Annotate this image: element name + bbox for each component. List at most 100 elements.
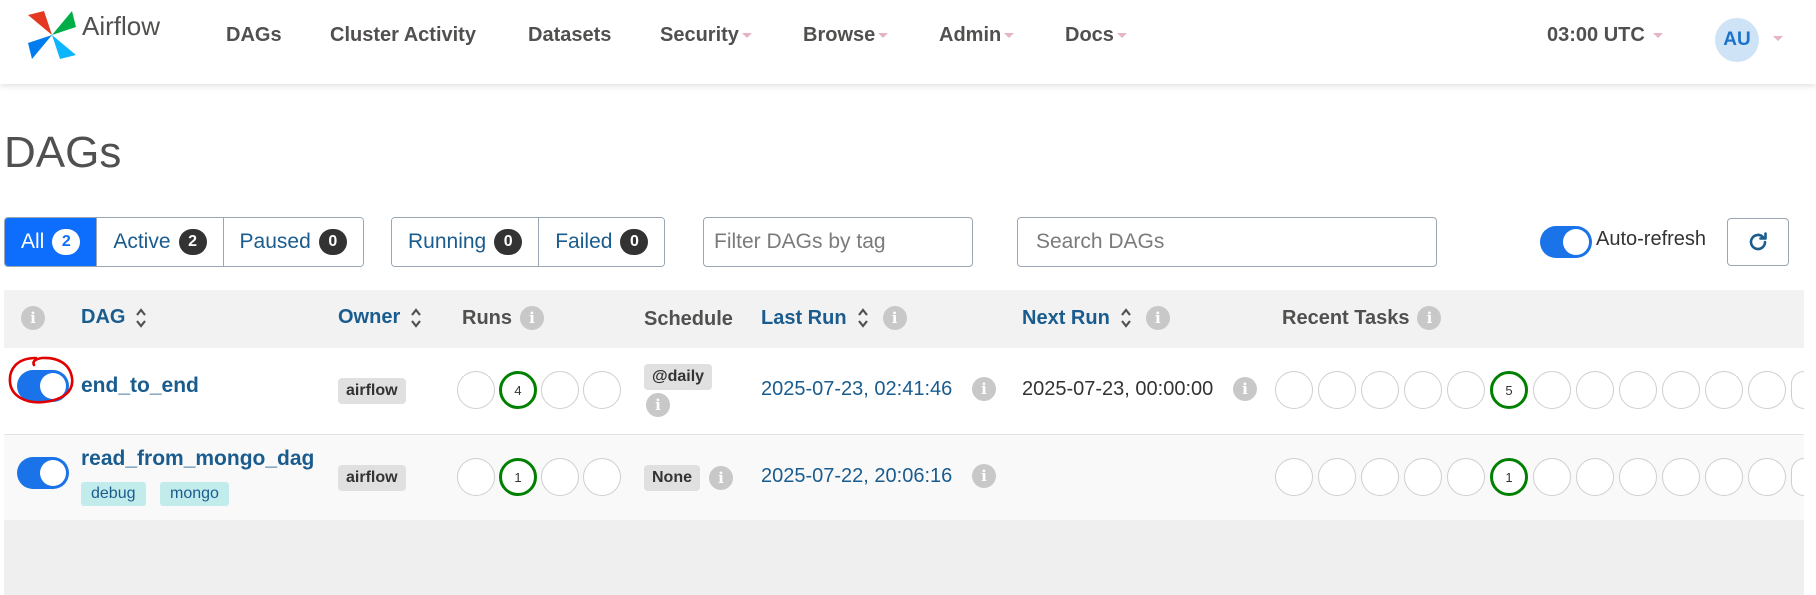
sort-icon — [857, 307, 869, 329]
task-state-circle[interactable] — [1318, 458, 1356, 496]
brand-logo[interactable]: Airflow — [24, 6, 160, 64]
task-state-circle[interactable] — [1533, 371, 1571, 409]
task-state-circle[interactable] — [1576, 371, 1614, 409]
task-state-circle[interactable] — [1662, 371, 1700, 409]
task-state-circle[interactable] — [1361, 371, 1399, 409]
info-icon[interactable]: i — [1417, 306, 1442, 330]
nav-docs[interactable]: Docs — [1065, 24, 1127, 47]
task-state-circle[interactable] — [1447, 371, 1485, 409]
run-state-circle[interactable] — [583, 458, 621, 496]
schedule-chip[interactable]: None — [644, 465, 700, 491]
column-owner-label: Owner — [338, 306, 401, 328]
nav-dags[interactable]: DAGs — [226, 24, 282, 47]
dag-link[interactable]: read_from_mongo_dag — [81, 447, 314, 471]
column-runs-label: Runs — [462, 306, 512, 329]
filter-all-button[interactable]: All 2 — [5, 218, 98, 266]
info-icon[interactable]: i — [709, 466, 733, 490]
next-run-value: 2025-07-23, 00:00:00 — [1022, 378, 1214, 400]
task-state-circle[interactable] — [1318, 371, 1356, 409]
nav-security[interactable]: Security — [660, 24, 752, 47]
clock-label: 03:00 UTC — [1547, 24, 1645, 46]
owner-chip[interactable]: airflow — [338, 378, 406, 404]
auto-refresh-label: Auto-refresh — [1596, 228, 1707, 250]
task-state-circle[interactable]: 1 — [1490, 458, 1528, 496]
filter-all-label: All — [21, 230, 45, 253]
column-header-last-run[interactable]: Last Run i — [761, 306, 907, 330]
task-state-circle[interactable] — [1791, 371, 1804, 409]
column-schedule-label: Schedule — [644, 308, 733, 330]
nav-cluster-activity[interactable]: Cluster Activity — [330, 24, 476, 47]
auto-refresh-toggle[interactable] — [1540, 226, 1592, 258]
run-state-circle[interactable] — [583, 371, 621, 409]
toggle-knob — [40, 460, 66, 486]
task-state-circle[interactable] — [1404, 371, 1442, 409]
column-header-dag[interactable]: DAG — [81, 306, 147, 329]
task-state-circle[interactable] — [1748, 371, 1786, 409]
run-state-circle[interactable] — [457, 371, 495, 409]
task-state-circle[interactable] — [1705, 458, 1743, 496]
dag-pause-toggle[interactable] — [17, 457, 69, 489]
info-icon[interactable]: i — [972, 377, 996, 401]
filter-failed-label: Failed — [555, 230, 613, 253]
column-header-runs: Runs i — [462, 306, 544, 330]
column-header-owner[interactable]: Owner — [338, 306, 422, 329]
search-dags-input[interactable] — [1017, 217, 1437, 267]
filter-all-count: 2 — [52, 229, 81, 255]
task-state-circle[interactable] — [1576, 458, 1614, 496]
table-header: i DAG Owner Runs i Schedule Last Run i N… — [4, 290, 1804, 348]
page-title: DAGs — [4, 128, 122, 177]
tag-chip[interactable]: debug — [81, 482, 146, 506]
task-state-circle[interactable] — [1705, 371, 1743, 409]
timezone-clock[interactable]: 03:00 UTC — [1547, 24, 1663, 47]
task-state-circle[interactable] — [1662, 458, 1700, 496]
info-icon[interactable]: i — [1233, 377, 1257, 401]
nav-datasets[interactable]: Datasets — [528, 24, 611, 47]
info-icon[interactable]: i — [1145, 306, 1170, 330]
tag-filter-input[interactable] — [703, 217, 973, 267]
nav-browse[interactable]: Browse — [803, 24, 889, 47]
task-state-circle[interactable] — [1533, 458, 1571, 496]
info-icon[interactable]: i — [646, 393, 670, 417]
info-icon[interactable]: i — [882, 306, 907, 330]
filter-running-button[interactable]: Running 0 — [392, 218, 540, 266]
task-state-circle[interactable]: 5 — [1490, 371, 1528, 409]
last-run-link[interactable]: 2025-07-22, 20:06:16 — [761, 465, 952, 488]
task-state-circle[interactable] — [1447, 458, 1485, 496]
nav-admin-label: Admin — [939, 24, 1002, 46]
filter-paused-label: Paused — [239, 230, 311, 253]
task-state-circle[interactable] — [1404, 458, 1442, 496]
chevron-down-icon — [1116, 33, 1127, 39]
task-state-circle[interactable] — [1619, 458, 1657, 496]
task-state-circle[interactable] — [1748, 458, 1786, 496]
chevron-down-icon[interactable] — [1773, 36, 1783, 41]
filter-active-label: Active — [113, 230, 171, 253]
filter-failed-button[interactable]: Failed 0 — [539, 218, 665, 266]
last-run-link[interactable]: 2025-07-23, 02:41:46 — [761, 378, 952, 401]
run-state-circle[interactable] — [541, 371, 579, 409]
tag-chip[interactable]: mongo — [160, 482, 229, 506]
user-avatar[interactable]: AU — [1715, 18, 1759, 62]
sort-icon — [1120, 307, 1132, 329]
task-state-circle[interactable] — [1361, 458, 1399, 496]
column-last-run-label: Last Run — [761, 306, 847, 329]
refresh-button[interactable] — [1727, 218, 1789, 266]
column-header-next-run[interactable]: Next Run i — [1022, 306, 1170, 330]
info-icon[interactable]: i — [520, 306, 544, 330]
nav-admin[interactable]: Admin — [939, 24, 1015, 47]
run-state-circle[interactable]: 1 — [499, 458, 537, 496]
task-state-circle[interactable] — [1791, 458, 1804, 496]
run-state-circle[interactable] — [457, 458, 495, 496]
task-state-circle[interactable] — [1619, 371, 1657, 409]
run-state-circle[interactable]: 4 — [499, 371, 537, 409]
filter-active-button[interactable]: Active 2 — [97, 218, 224, 266]
task-state-circle[interactable] — [1275, 458, 1313, 496]
info-icon[interactable]: i — [972, 464, 996, 488]
info-icon[interactable]: i — [21, 306, 45, 330]
filter-paused-button[interactable]: Paused 0 — [223, 218, 363, 266]
dag-link[interactable]: end_to_end — [81, 374, 199, 398]
filter-running-count: 0 — [494, 229, 523, 255]
schedule-chip[interactable]: @daily — [644, 364, 713, 390]
run-state-circle[interactable] — [541, 458, 579, 496]
task-state-circle[interactable] — [1275, 371, 1313, 409]
owner-chip[interactable]: airflow — [338, 465, 406, 491]
